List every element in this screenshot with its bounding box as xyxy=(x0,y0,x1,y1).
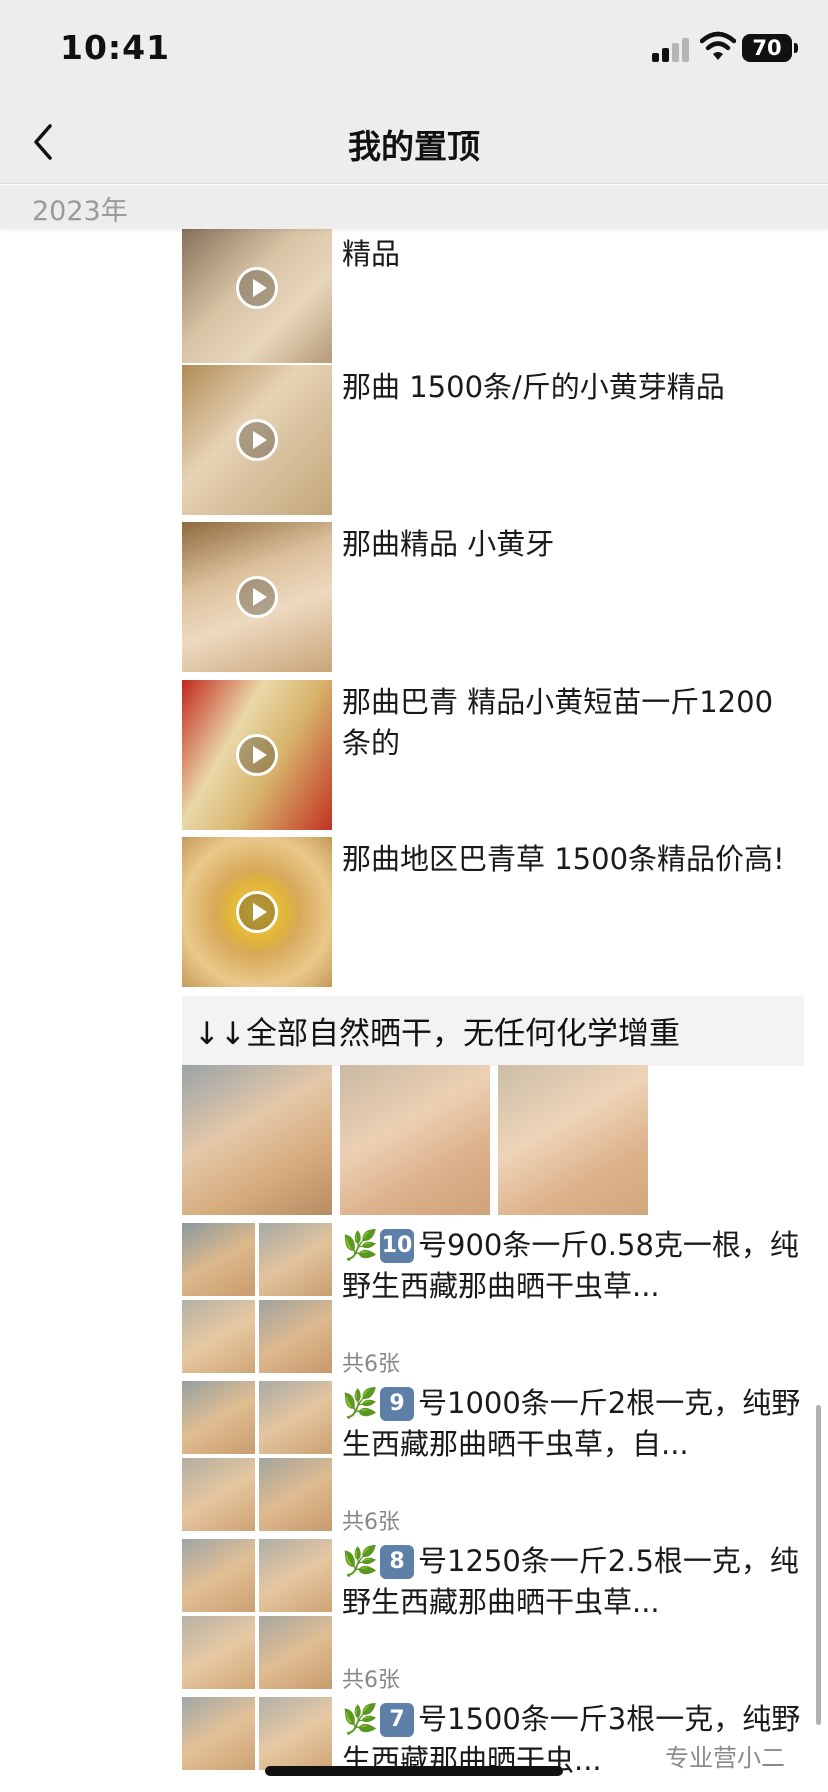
leaf-icon: 🌿 xyxy=(342,1702,379,1736)
home-indicator[interactable] xyxy=(265,1766,563,1776)
album-image[interactable] xyxy=(182,1458,255,1531)
play-icon xyxy=(236,419,278,461)
album-image[interactable] xyxy=(182,1616,255,1689)
number-badge: 9 xyxy=(380,1387,414,1421)
album-image[interactable] xyxy=(259,1539,332,1612)
album-image[interactable] xyxy=(259,1616,332,1689)
post-image[interactable] xyxy=(498,1065,648,1215)
play-icon xyxy=(236,891,278,933)
video-thumbnail[interactable] xyxy=(182,837,332,987)
photo-count: 共6张 xyxy=(342,1510,400,1535)
album-image[interactable] xyxy=(182,1697,255,1770)
post-image[interactable] xyxy=(340,1065,490,1215)
album-image[interactable] xyxy=(259,1697,332,1770)
leaf-icon: 🌿 xyxy=(342,1386,379,1420)
album-image[interactable] xyxy=(182,1223,255,1296)
post-caption: 那曲巴青 精品小黄短苗一斤1200条的 xyxy=(342,685,774,760)
number-badge: 10 xyxy=(380,1229,414,1263)
photo-count: 共6张 xyxy=(342,1352,400,1377)
page-title: 我的置顶 xyxy=(348,127,480,166)
battery-tip xyxy=(794,43,798,53)
watermark-text: 专业营小二 xyxy=(665,1744,785,1772)
play-icon xyxy=(236,576,278,618)
moments-feed[interactable]: 西藏那曲巴青 1900条一斤小黄牙精品 那曲 1500条/斤的小黄芽精品 那曲精… xyxy=(0,229,828,1792)
post-image[interactable] xyxy=(182,1065,332,1215)
wifi-icon xyxy=(700,31,736,60)
album-image[interactable] xyxy=(259,1458,332,1531)
number-badge: 7 xyxy=(380,1703,414,1737)
scrollbar[interactable] xyxy=(816,1405,821,1725)
post-caption: 🌿 9 号1000条一斤2根一克，纯野生西藏那曲晒干虫草，自... xyxy=(342,1383,802,1465)
album-image[interactable] xyxy=(259,1381,332,1454)
signal-icon xyxy=(652,38,692,62)
post-caption: 那曲 1500条/斤的小黄芽精品 xyxy=(342,370,725,404)
album-image[interactable] xyxy=(182,1381,255,1454)
number-badge: 8 xyxy=(380,1545,414,1579)
photo-count: 共6张 xyxy=(342,1668,400,1693)
post-caption: 🌿 10 号900条一斤0.58克一根，纯野生西藏那曲晒干虫草... xyxy=(342,1225,802,1307)
album-image[interactable] xyxy=(182,1539,255,1612)
play-icon xyxy=(236,734,278,776)
status-bar: 10:41 70 xyxy=(0,0,828,100)
album-image[interactable] xyxy=(182,1300,255,1373)
post-text: ↓↓全部自然晒干，无任何化学增重 xyxy=(194,1016,680,1052)
post-caption: 🌿 8 号1250条一斤2.5根一克，纯野生西藏那曲晒干虫草... xyxy=(342,1541,802,1623)
video-thumbnail[interactable] xyxy=(182,522,332,672)
album-image[interactable] xyxy=(259,1223,332,1296)
play-icon xyxy=(236,267,278,309)
leaf-icon: 🌿 xyxy=(342,1544,379,1578)
text-post[interactable]: ↓↓全部自然晒干，无任何化学增重 xyxy=(182,996,804,1066)
video-thumbnail[interactable] xyxy=(182,229,332,363)
album-image[interactable] xyxy=(259,1300,332,1373)
post-caption: 西藏那曲巴青 1900条一斤小黄牙精品 xyxy=(342,229,773,271)
status-time: 10:41 xyxy=(60,28,171,67)
year-header: 2023年 xyxy=(0,185,828,229)
video-thumbnail[interactable] xyxy=(182,365,332,515)
post-caption: 那曲地区巴青草 1500条精品价高! xyxy=(342,842,785,876)
leaf-icon: 🌿 xyxy=(342,1228,379,1262)
year-label: 2023年 xyxy=(32,196,128,227)
video-thumbnail[interactable] xyxy=(182,680,332,830)
nav-bar: 我的置顶 xyxy=(0,100,828,184)
battery-indicator: 70 xyxy=(742,34,792,62)
post-caption: 那曲精品 小黄牙 xyxy=(342,527,555,561)
